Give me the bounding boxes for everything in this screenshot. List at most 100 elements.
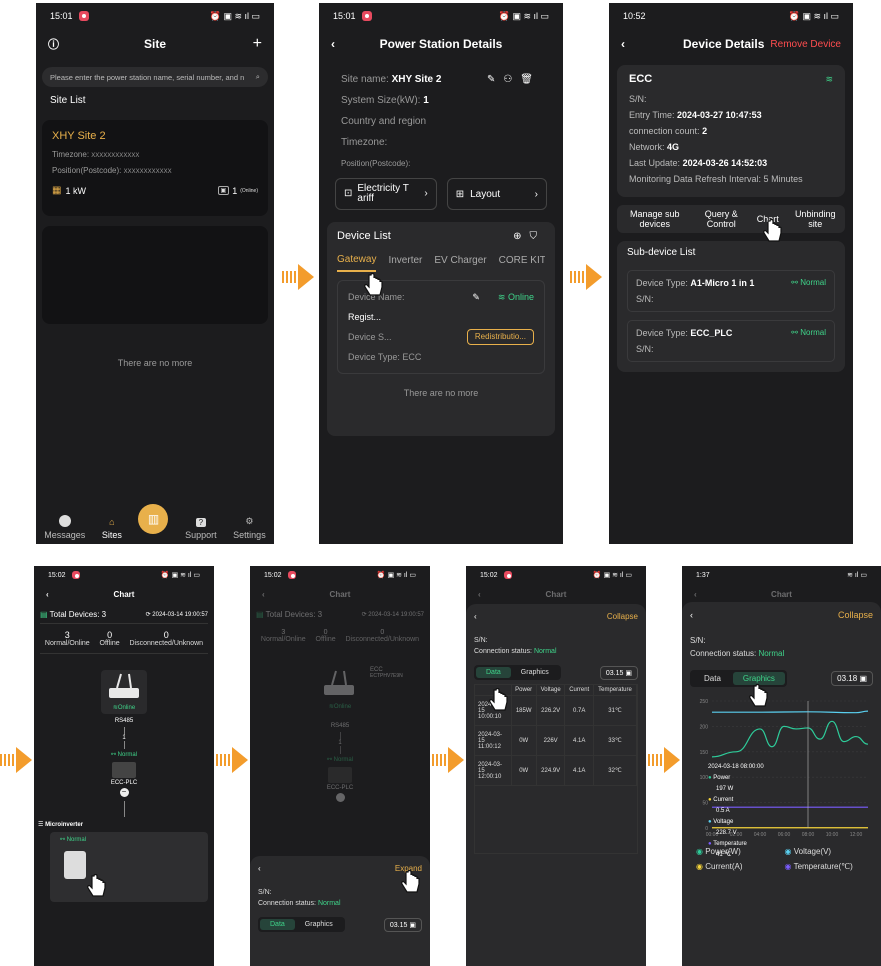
microinverter-card[interactable]: ⚯ Normal <box>50 832 208 902</box>
edit-icon[interactable]: ✎ <box>472 287 480 307</box>
total-devices-label: Total Devices: <box>49 610 100 619</box>
collapse-node-icon[interactable]: − <box>119 788 129 797</box>
table-cell: 31℃ <box>593 695 638 726</box>
connection-status: Normal <box>758 649 785 658</box>
edit-icon[interactable]: ✎ <box>487 74 503 85</box>
tab-messages[interactable]: Messages <box>44 515 85 540</box>
status-time: 1:37 <box>696 571 710 579</box>
tab-data[interactable]: Data <box>692 672 733 685</box>
center-action-button[interactable]: ▥ <box>138 504 169 534</box>
page-title: Chart <box>329 589 351 599</box>
filter-icon[interactable]: ⛉ <box>530 231 546 242</box>
chat-icon <box>58 515 71 527</box>
layout-label: Layout <box>470 188 501 200</box>
redistribution-button[interactable]: Redistributio... <box>466 329 534 345</box>
date-value: 03.15 <box>605 669 624 677</box>
sub-device-card[interactable]: Device Type: A1-Micro 1 in 1 ⚯ Normal S/N… <box>627 270 835 312</box>
chevron-right-icon: › <box>424 188 428 199</box>
view-tabs: Data Graphics <box>258 917 345 932</box>
remove-device-button[interactable]: Remove Device <box>770 39 841 50</box>
x-tick-label: 06:00 <box>778 832 791 838</box>
total-devices: 3 <box>101 610 107 619</box>
refresh-icon[interactable]: ⟳ <box>146 612 151 618</box>
entry-time: 2024-03-27 10:47:53 <box>677 110 762 120</box>
search-icon: ⌕ <box>255 72 260 81</box>
device-type-label: Device Type: <box>636 328 688 338</box>
date-value: 03.15 <box>389 921 408 929</box>
table-cell: 0W <box>511 755 537 786</box>
table-row: 2024-03-15 11:00:12 0W 226V 4.1A 33℃ <box>475 725 638 756</box>
network-label: Network: <box>629 142 665 152</box>
search-placeholder: Please enter the power station name, ser… <box>50 72 245 82</box>
back-icon[interactable]: ‹ <box>690 610 693 620</box>
site-card[interactable]: XHY Site 2 Timezone: XXXXXXXXXXXX Positi… <box>42 120 268 216</box>
legend-current[interactable]: ◉ Current(A) <box>696 862 785 871</box>
delete-icon[interactable]: 🗑 <box>520 74 541 85</box>
back-icon[interactable]: ‹ <box>258 864 261 873</box>
device-icon: ▣ <box>217 186 230 195</box>
stat-label: Offline <box>315 636 336 643</box>
layout-button[interactable]: ⊞ Layout › <box>446 178 547 210</box>
sub-device-list-title: Sub-device List <box>627 247 696 258</box>
refresh-icon[interactable]: ⟳ <box>362 612 367 618</box>
search-input[interactable]: Please enter the power station name, ser… <box>42 67 268 87</box>
tab-graphics[interactable]: Graphics <box>295 919 343 930</box>
legend-temperature[interactable]: ◉ Temperature(℃) <box>785 862 874 871</box>
plc-node-icon[interactable] <box>112 762 136 778</box>
table-cell: 4.1A <box>564 755 594 786</box>
last-update: 2024-03-26 14:52:03 <box>682 158 768 168</box>
back-icon[interactable]: ‹ <box>694 590 697 599</box>
check-icon: ◉ <box>784 862 792 871</box>
query-control-button[interactable]: Query & Control <box>699 209 743 229</box>
tap-hand-icon <box>87 874 106 897</box>
add-device-icon[interactable]: ⊕ <box>513 231 529 242</box>
date-picker[interactable]: 03.15 ▣ <box>599 665 638 680</box>
flow-arrow-3 <box>0 747 32 773</box>
tab-settings[interactable]: ⚙ Settings <box>233 516 266 540</box>
tab-gateway[interactable]: Gateway <box>337 254 377 272</box>
screen-power-station-details: 15:01 ⏰ ▣ ≋ ıl ▭ ‹ Power Station Details S… <box>319 3 563 544</box>
voltage-dot-icon: ● <box>708 819 712 825</box>
tab-core-kit[interactable]: CORE KIT <box>499 255 545 271</box>
date-picker[interactable]: 03.18 ▣ <box>831 671 873 686</box>
legend-voltage[interactable]: ◉ Voltage(V) <box>785 847 874 856</box>
tab-data[interactable]: Data <box>260 919 295 930</box>
site-list-title: Site List <box>50 95 86 106</box>
tab-sites[interactable]: ⌂ Sites <box>102 517 122 540</box>
tab-graphics[interactable]: Graphics <box>511 667 559 678</box>
gateway-node[interactable]: ≋Online <box>101 670 147 714</box>
collapse-button[interactable]: Collapse <box>607 612 638 621</box>
help-icon[interactable]: ⓘ <box>48 36 59 52</box>
status-bar: 15:01 ⏰ ▣ ≋ ıl ▭ <box>36 3 274 29</box>
tab-data[interactable]: Data <box>476 667 511 678</box>
collapse-button[interactable]: Collapse <box>838 610 873 620</box>
unbinding-site-button[interactable]: Unbinding site <box>792 209 838 229</box>
gear-icon: ⚙ <box>245 516 254 526</box>
tab-inverter[interactable]: Inverter <box>388 255 422 271</box>
column-header: Current <box>564 685 594 696</box>
user-share-icon[interactable]: ⚇ <box>503 74 520 85</box>
x-tick-label: 10:00 <box>826 832 839 838</box>
record-icon <box>287 571 296 579</box>
back-icon[interactable]: ‹ <box>621 37 625 51</box>
manage-sub-devices-button[interactable]: Manage sub devices <box>624 209 686 229</box>
column-header: Power <box>511 685 537 696</box>
stat-value: 0 <box>323 629 328 636</box>
header: ‹ Chart <box>682 584 881 604</box>
back-icon[interactable]: ‹ <box>474 612 477 621</box>
tab-label: Messages <box>44 530 86 540</box>
tab-support[interactable]: ? Support <box>185 518 217 540</box>
back-icon[interactable]: ‹ <box>331 37 335 51</box>
tab-ev-charger[interactable]: EV Charger <box>434 255 486 271</box>
refresh-timestamp: 2024-03-14 19:00:57 <box>152 612 208 618</box>
stat-label: Normal/Online <box>44 640 90 647</box>
back-icon[interactable]: ‹ <box>46 590 49 599</box>
electricity-tariff-button[interactable]: ⊡ Electricity T ariff › <box>335 178 437 210</box>
current-dot-icon: ● <box>708 797 712 803</box>
sub-device-card[interactable]: Device Type: ECC_PLC ⚯ Normal S/N: <box>627 320 835 362</box>
back-icon[interactable]: ‹ <box>478 590 481 599</box>
connection-count: 1 <box>338 740 342 746</box>
add-icon[interactable]: + <box>253 35 262 53</box>
date-picker[interactable]: 03.15 ▣ <box>383 917 422 932</box>
back-icon[interactable]: ‹ <box>262 590 265 599</box>
